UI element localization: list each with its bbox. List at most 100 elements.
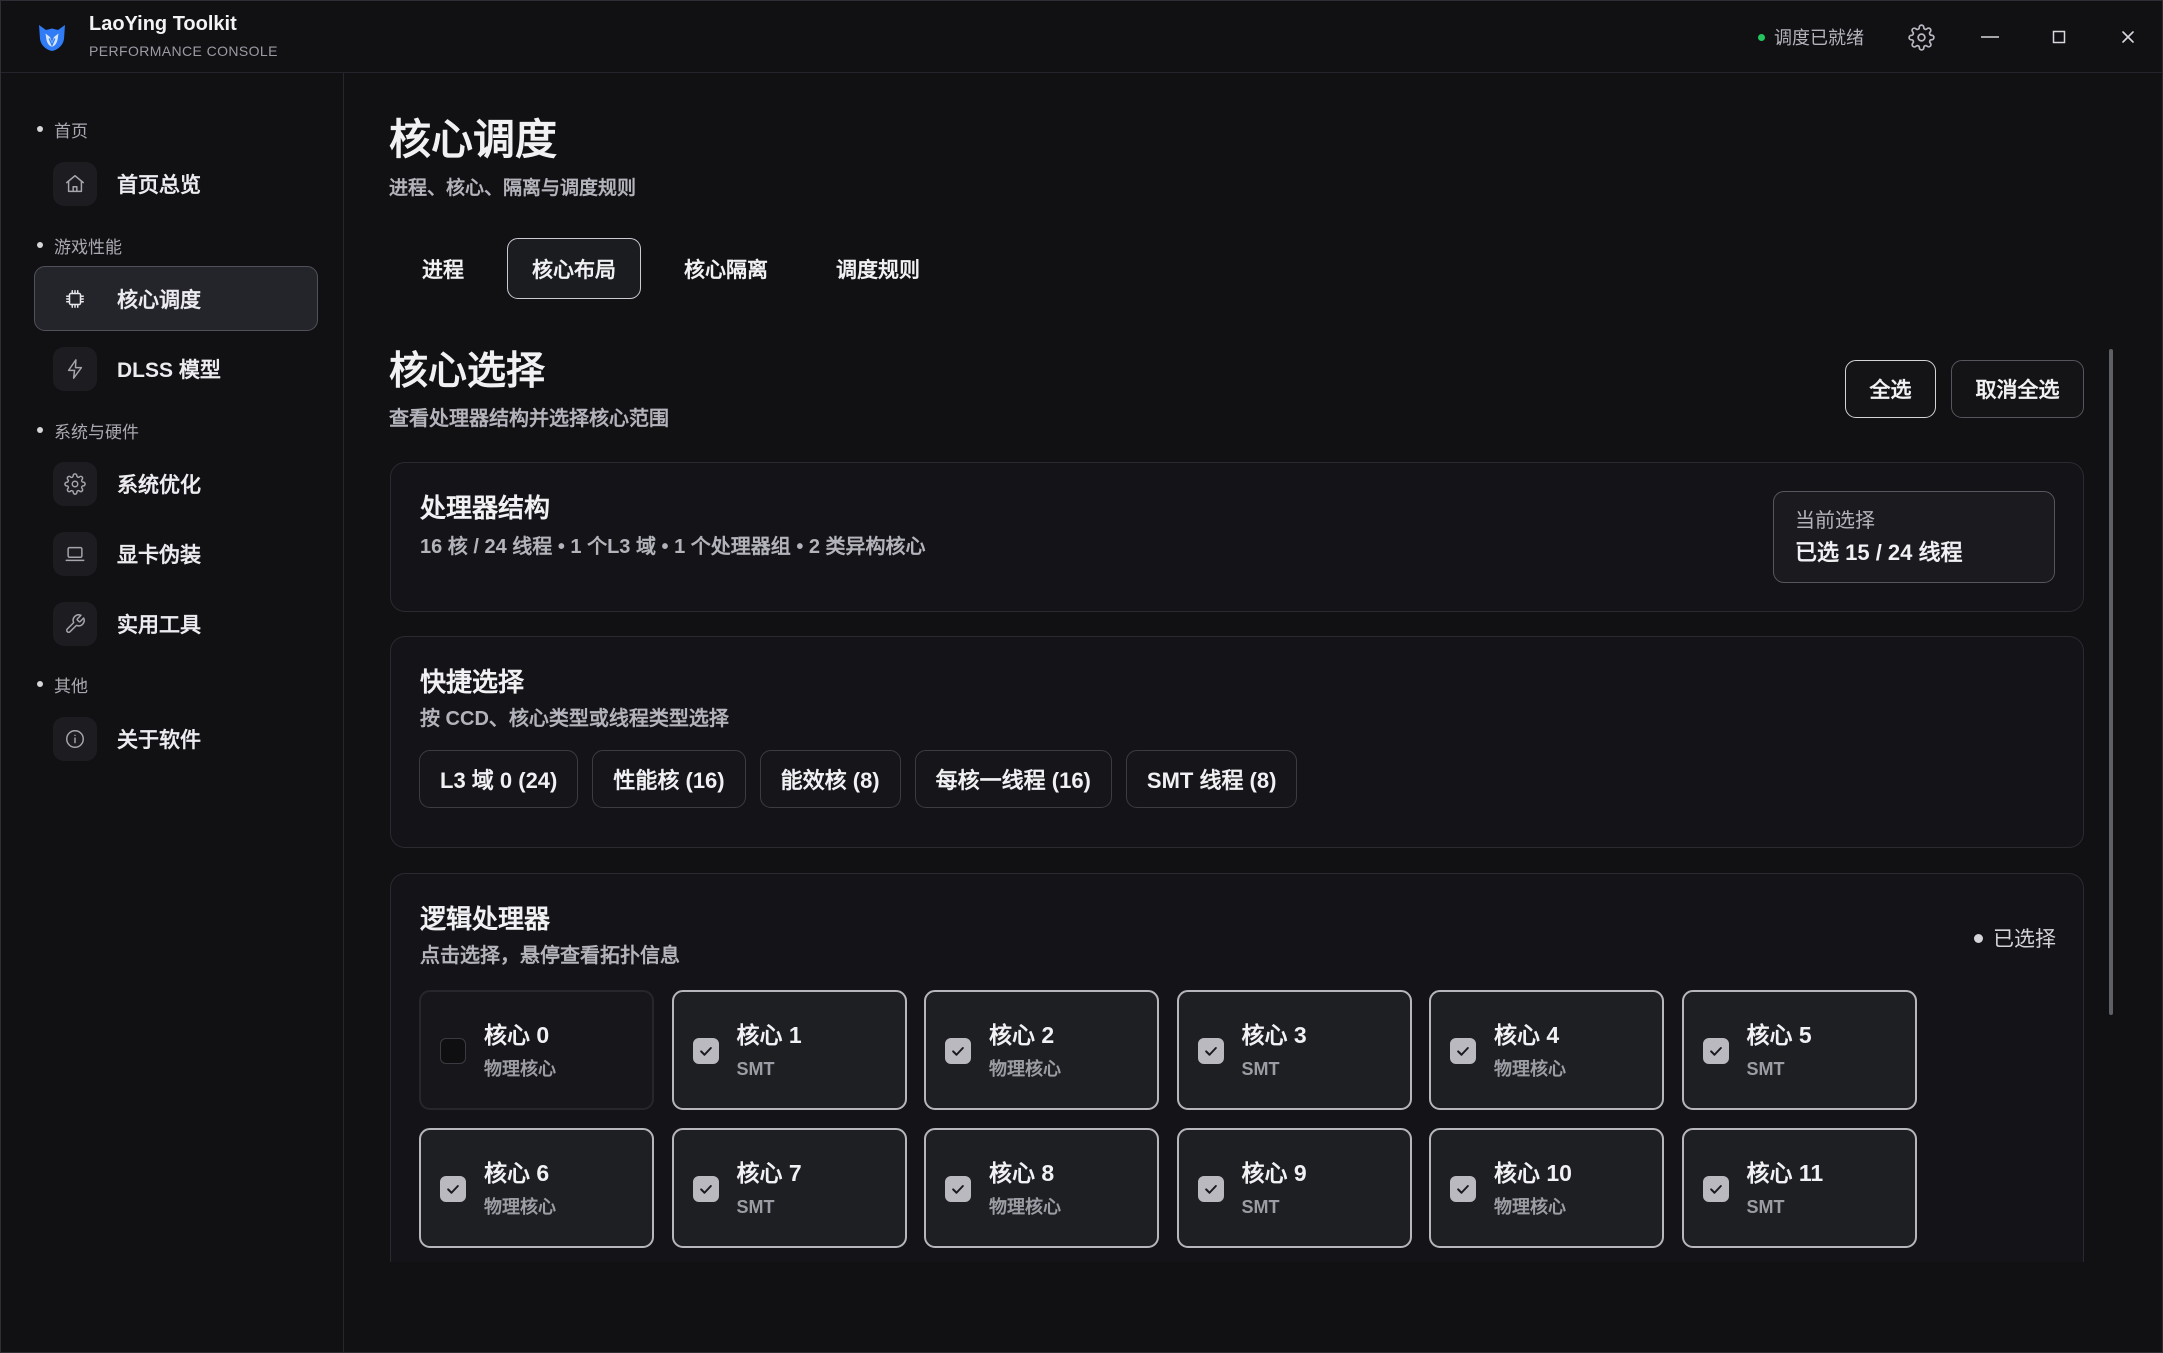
core-checkbox[interactable] <box>692 1176 719 1202</box>
core-checkbox[interactable] <box>945 1176 971 1202</box>
core-card[interactable]: 核心 10 物理核心 <box>1429 1128 1664 1248</box>
scrollbar-thumb[interactable] <box>2109 349 2113 1015</box>
processor-structure-card: 处理器结构 16 核 / 24 线程 • 1 个L3 域 • 1 个处理器组 •… <box>390 462 2084 612</box>
sidebar-item-gpu-spoof[interactable]: 显卡伪装 <box>34 521 318 586</box>
core-card[interactable]: 核心 3 SMT <box>1176 990 1412 1110</box>
sidebar-item-about[interactable]: 关于软件 <box>34 706 318 771</box>
core-checkbox[interactable] <box>1450 1038 1476 1064</box>
core-type: 物理核心 <box>484 1197 556 1217</box>
core-label: 核心 1 <box>736 1022 802 1048</box>
core-label: 核心 9 <box>1241 1160 1307 1186</box>
core-label: 核心 6 <box>484 1160 550 1186</box>
core-checkbox[interactable] <box>1450 1176 1476 1202</box>
chip-l3-domain-0[interactable]: L3 域 0 (24) <box>419 750 579 808</box>
core-label: 核心 5 <box>1746 1022 1812 1048</box>
core-type: 物理核心 <box>989 1197 1061 1217</box>
tab-core-isolation[interactable]: 核心隔离 <box>659 238 793 299</box>
core-label: 核心 2 <box>989 1022 1055 1048</box>
core-card[interactable]: 核心 5 SMT <box>1681 990 1917 1110</box>
sidebar-item-label: 系统优化 <box>117 473 201 497</box>
app-window: LaoYing Toolkit PERFORMANCE CONSOLE 调度已就… <box>0 0 2163 1353</box>
gear-icon <box>1907 23 1935 51</box>
section-dot <box>37 126 43 132</box>
bolt-icon <box>53 346 97 391</box>
check-icon <box>1457 1047 1469 1056</box>
sidebar-item-utilities[interactable]: 实用工具 <box>34 591 318 656</box>
check-icon <box>699 1047 712 1056</box>
select-all-button[interactable]: 全选 <box>1845 360 1936 418</box>
deselect-all-button[interactable]: 取消全选 <box>1951 360 2084 418</box>
check-icon <box>952 1047 964 1056</box>
core-checkbox[interactable] <box>1702 1038 1729 1064</box>
status-text: 调度已就绪 <box>1774 28 1864 48</box>
core-checkbox[interactable] <box>945 1038 971 1064</box>
tab-core-layout[interactable]: 核心布局 <box>507 238 641 299</box>
core-checkbox[interactable] <box>440 1038 466 1064</box>
tab-processes[interactable]: 进程 <box>397 238 489 299</box>
core-card[interactable]: 核心 2 物理核心 <box>924 990 1159 1110</box>
minimize-button[interactable] <box>1972 19 2008 55</box>
core-card[interactable]: 核心 4 物理核心 <box>1429 990 1664 1110</box>
close-icon <box>2122 31 2134 43</box>
core-checkbox[interactable] <box>1197 1176 1224 1202</box>
sidebar-item-label: DLSS 模型 <box>117 358 221 382</box>
core-grid: 核心 0 物理核心 核心 1 SMT 核心 2 物理核心 核心 3 SMT 核心 4 物理核心 核心… <box>419 990 1917 1248</box>
sidebar-section-other: 其他 <box>37 672 88 696</box>
sidebar-section-system: 系统与硬件 <box>37 418 139 442</box>
sidebar-section-label: 首页 <box>54 121 88 141</box>
wrench-icon <box>53 601 97 646</box>
maximize-button[interactable] <box>2041 19 2077 55</box>
core-label: 核心 8 <box>989 1160 1055 1186</box>
core-card[interactable]: 核心 9 SMT <box>1176 1128 1412 1248</box>
chip-performance-cores[interactable]: 性能核 (16) <box>592 750 746 808</box>
chip-one-thread-per-core[interactable]: 每核一线程 (16) <box>914 750 1112 808</box>
current-selection-label: 当前选择 <box>1795 510 1875 532</box>
sidebar-item-label: 首页总览 <box>117 173 201 197</box>
check-icon <box>1709 1185 1722 1194</box>
chip-efficiency-cores[interactable]: 能效核 (8) <box>759 750 901 808</box>
home-icon <box>53 161 97 206</box>
sidebar-item-core-scheduling[interactable]: 核心调度 <box>34 266 318 331</box>
selected-legend: 已选择 <box>1974 926 2056 951</box>
core-checkbox[interactable] <box>1702 1176 1729 1202</box>
core-card[interactable]: 核心 8 物理核心 <box>924 1128 1159 1248</box>
sidebar-item-label: 关于软件 <box>117 728 201 752</box>
card-title: 逻辑处理器 <box>420 904 551 934</box>
page-subtitle: 进程、核心、隔离与调度规则 <box>389 178 637 199</box>
core-type: SMT <box>736 1197 775 1217</box>
core-checkbox[interactable] <box>692 1038 719 1064</box>
settings-button[interactable] <box>1903 19 1939 55</box>
close-button[interactable] <box>2110 19 2146 55</box>
sidebar-item-dlss-model[interactable]: DLSS 模型 <box>34 336 318 401</box>
core-label: 核心 4 <box>1494 1022 1560 1048</box>
app-title: LaoYing Toolkit <box>89 13 237 35</box>
chip-smt-threads[interactable]: SMT 线程 (8) <box>1125 750 1298 808</box>
app-subtitle: PERFORMANCE CONSOLE <box>89 43 278 59</box>
core-type: SMT <box>736 1059 775 1079</box>
sidebar-item-system-optimize[interactable]: 系统优化 <box>34 451 318 516</box>
card-title: 快捷选择 <box>420 667 525 697</box>
maximize-icon <box>2052 30 2066 44</box>
core-card[interactable]: 核心 1 SMT <box>671 990 907 1110</box>
core-card[interactable]: 核心 0 物理核心 <box>419 990 654 1110</box>
info-icon <box>53 716 97 761</box>
owl-logo <box>36 21 68 53</box>
core-card[interactable]: 核心 7 SMT <box>671 1128 907 1248</box>
core-type: SMT <box>1241 1059 1280 1079</box>
core-checkbox[interactable] <box>1197 1038 1224 1064</box>
core-type: 物理核心 <box>484 1059 556 1079</box>
laptop-icon <box>53 531 97 576</box>
sidebar-item-home-overview[interactable]: 首页总览 <box>34 151 318 216</box>
core-label: 核心 7 <box>736 1160 802 1186</box>
check-icon <box>1204 1047 1217 1056</box>
check-icon <box>952 1185 964 1194</box>
core-checkbox[interactable] <box>440 1176 466 1202</box>
status-indicator: 调度已就绪 <box>1758 25 1864 49</box>
core-card[interactable]: 核心 6 物理核心 <box>419 1128 654 1248</box>
core-card[interactable]: 核心 11 SMT <box>1681 1128 1917 1248</box>
core-type: SMT <box>1746 1059 1785 1079</box>
tab-scheduling-rules[interactable]: 调度规则 <box>811 238 945 299</box>
gear-icon <box>53 461 97 506</box>
page-title: 核心调度 <box>389 116 558 163</box>
check-icon <box>699 1185 712 1194</box>
